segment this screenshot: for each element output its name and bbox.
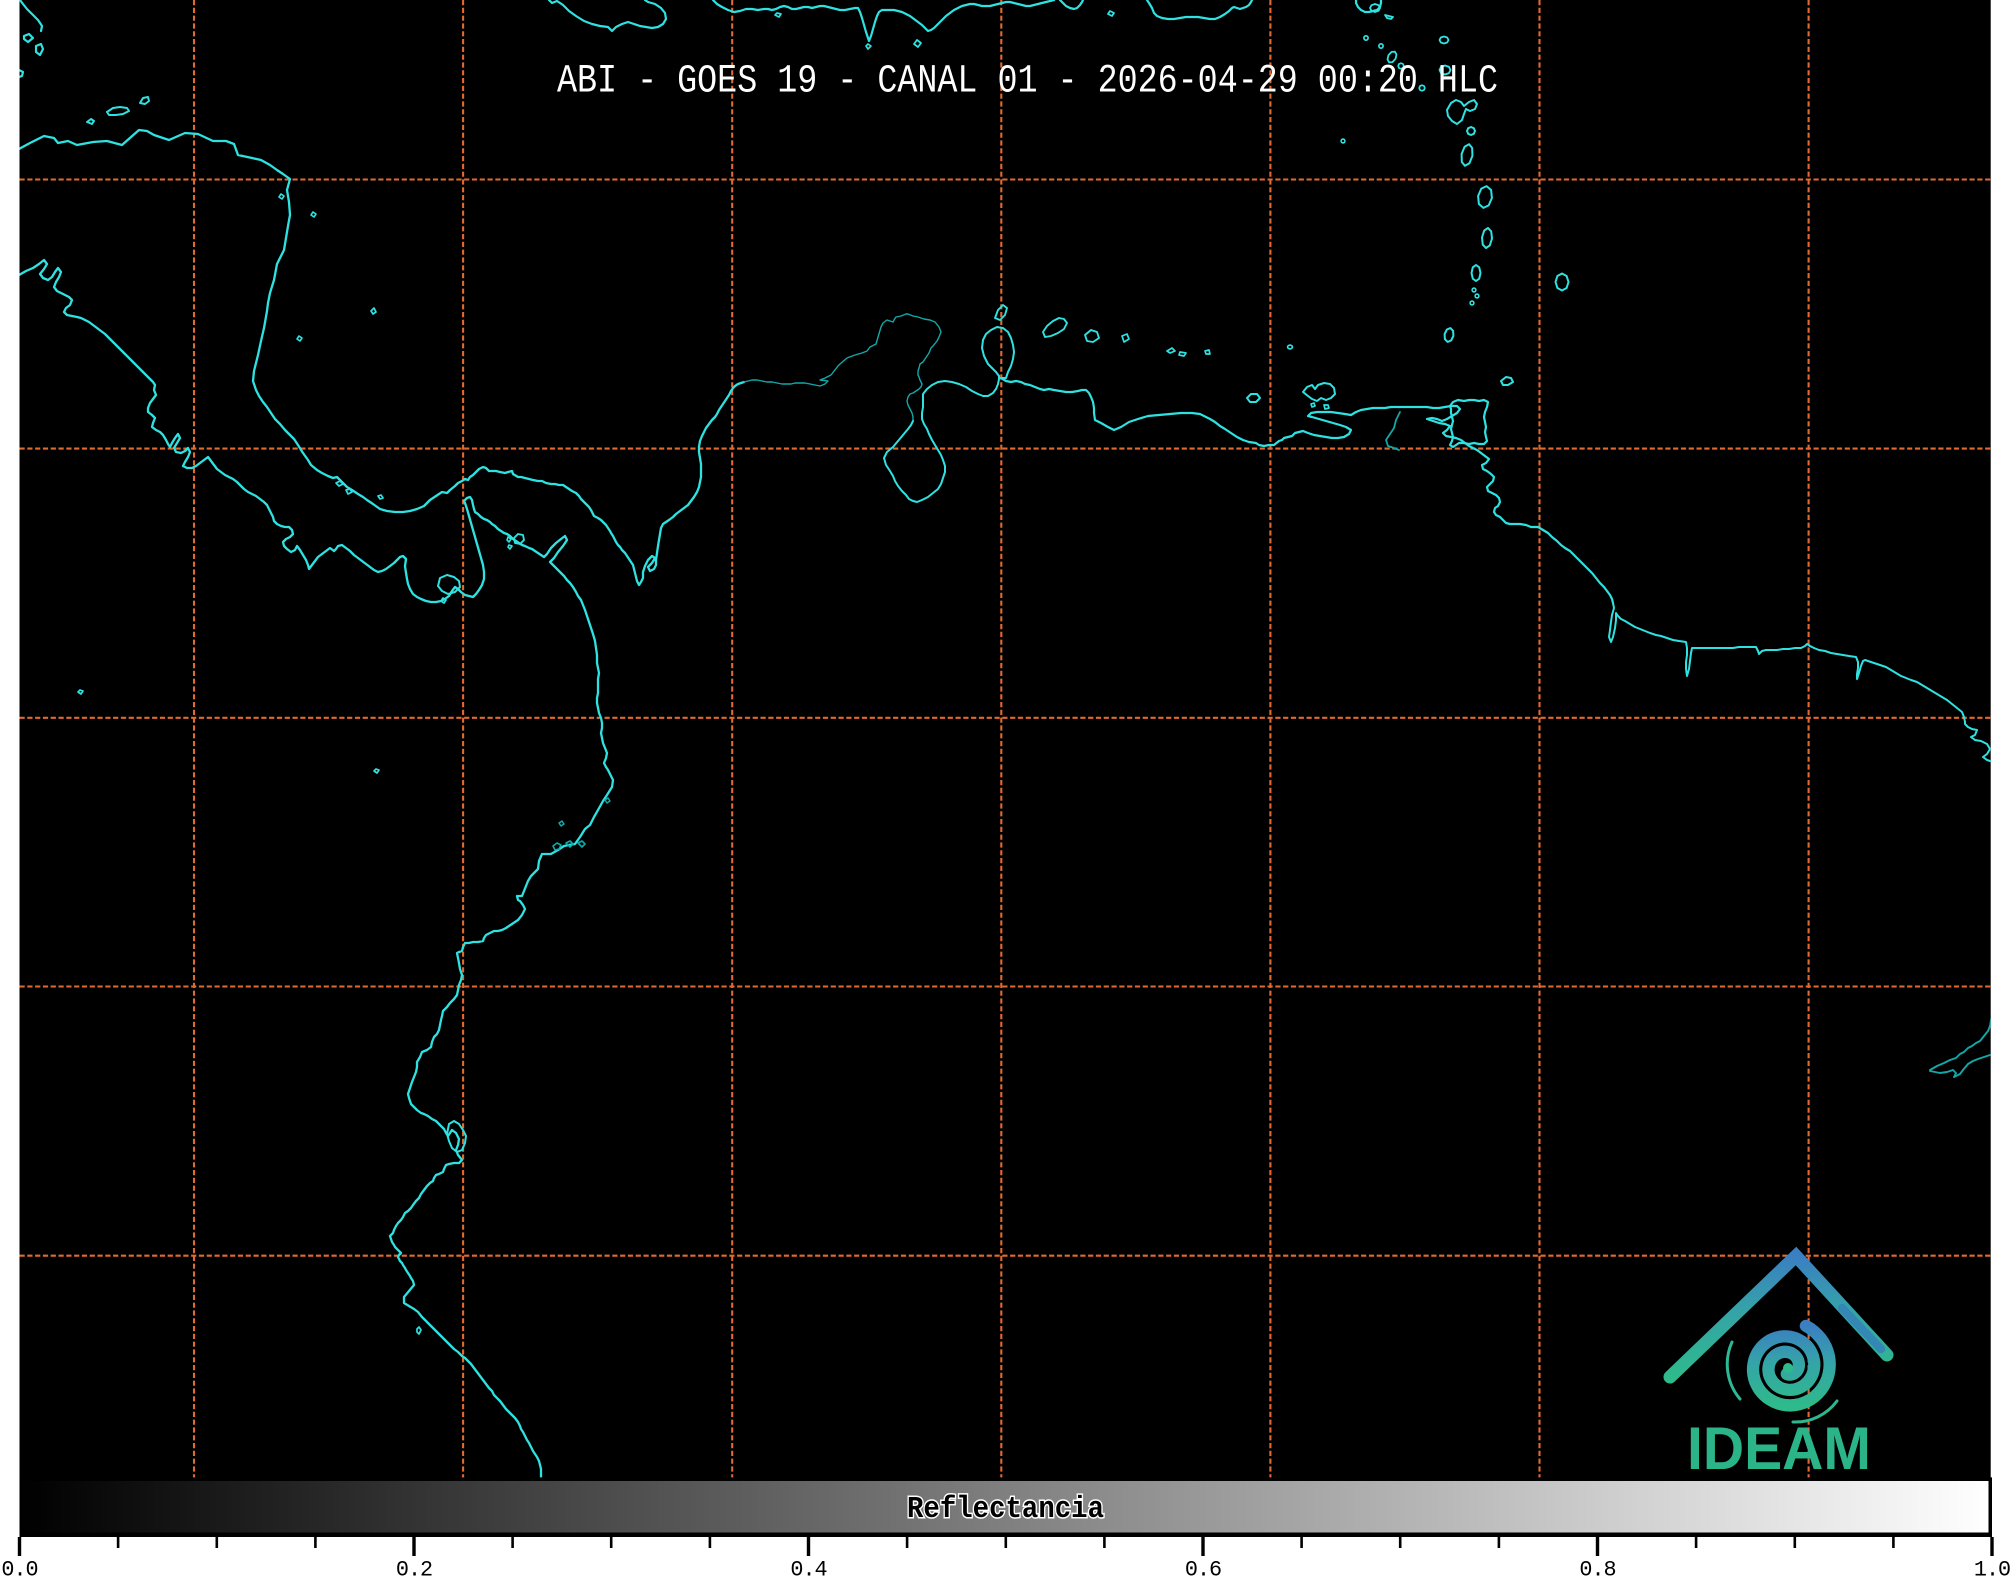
svg-text:0.6: 0.6 xyxy=(1185,1558,1221,1577)
svg-text:0.8: 0.8 xyxy=(1579,1558,1615,1577)
svg-text:0.4: 0.4 xyxy=(790,1558,826,1577)
svg-text:1.0: 1.0 xyxy=(1974,1558,2010,1577)
svg-text:Reflectancia: Reflectancia xyxy=(907,1492,1104,1527)
svg-text:ABI - GOES 19 - CANAL 01 - 202: ABI - GOES 19 - CANAL 01 - 2026-04-29 00… xyxy=(557,60,1498,105)
svg-text:IDEAM: IDEAM xyxy=(1687,1415,1871,1482)
svg-text:0.0: 0.0 xyxy=(1,1558,37,1577)
svg-text:0.2: 0.2 xyxy=(396,1558,432,1577)
